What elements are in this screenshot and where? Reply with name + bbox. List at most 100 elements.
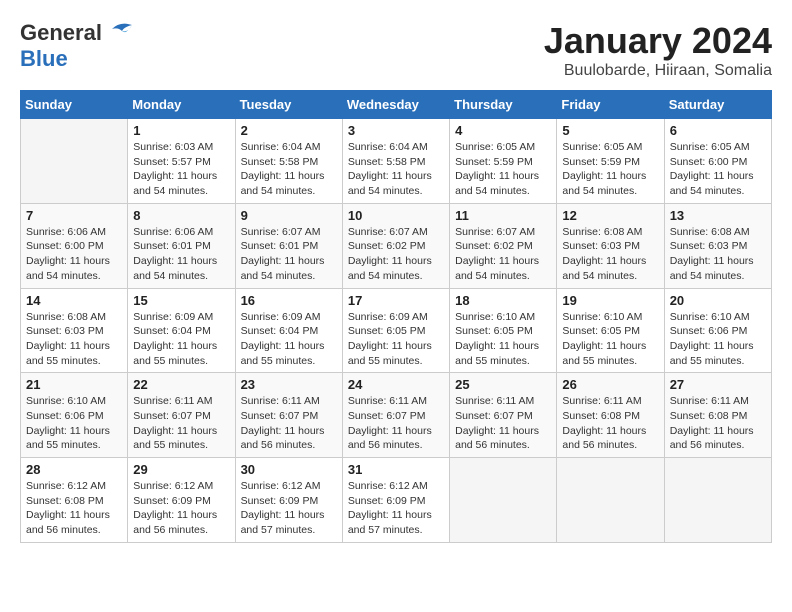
day-number: 12 xyxy=(562,208,658,223)
day-number: 30 xyxy=(241,462,337,477)
weekday-header: Thursday xyxy=(450,91,557,119)
weekday-header: Friday xyxy=(557,91,664,119)
day-info: Sunrise: 6:11 AMSunset: 6:07 PMDaylight:… xyxy=(133,394,229,453)
day-info: Sunrise: 6:04 AMSunset: 5:58 PMDaylight:… xyxy=(348,140,444,199)
day-info: Sunrise: 6:07 AMSunset: 6:02 PMDaylight:… xyxy=(348,225,444,284)
day-number: 24 xyxy=(348,377,444,392)
logo: General Blue xyxy=(20,20,136,72)
calendar-title: January 2024 xyxy=(544,20,772,62)
day-info: Sunrise: 6:11 AMSunset: 6:07 PMDaylight:… xyxy=(348,394,444,453)
day-number: 13 xyxy=(670,208,766,223)
page-header: General Blue January 2024 Buulobarde, Hi… xyxy=(20,20,772,80)
calendar-day-cell: 15Sunrise: 6:09 AMSunset: 6:04 PMDayligh… xyxy=(128,288,235,373)
calendar-day-cell: 12 Sunrise: 6:08 AMSunset: 6:03 PMDayligh… xyxy=(557,203,664,288)
calendar-subtitle: Buulobarde, Hiiraan, Somalia xyxy=(544,62,772,80)
calendar-day-cell: 30 Sunrise: 6:12 AMSunset: 6:09 PMDayligh… xyxy=(235,458,342,543)
calendar-day-cell: 21Sunrise: 6:10 AMSunset: 6:06 PMDayligh… xyxy=(21,373,128,458)
day-info: Sunrise: 6:11 AMSunset: 6:07 PMDaylight:… xyxy=(455,394,551,453)
day-number: 9 xyxy=(241,208,337,223)
day-info: Sunrise: 6:08 AMSunset: 6:03 PMDaylight:… xyxy=(562,225,658,284)
calendar-week-row: 21Sunrise: 6:10 AMSunset: 6:06 PMDayligh… xyxy=(21,373,772,458)
day-info: Sunrise: 6:09 AMSunset: 6:04 PMDaylight:… xyxy=(133,310,229,369)
day-info: Sunrise: 6:06 AMSunset: 6:00 PMDaylight:… xyxy=(26,225,122,284)
day-number: 16 xyxy=(241,293,337,308)
day-number: 19 xyxy=(562,293,658,308)
day-number: 4 xyxy=(455,123,551,138)
calendar-table: SundayMondayTuesdayWednesdayThursdayFrid… xyxy=(20,90,772,543)
day-number: 3 xyxy=(348,123,444,138)
calendar-day-cell: 10 Sunrise: 6:07 AMSunset: 6:02 PMDayligh… xyxy=(342,203,449,288)
day-number: 5 xyxy=(562,123,658,138)
day-number: 8 xyxy=(133,208,229,223)
day-info: Sunrise: 6:10 AMSunset: 6:05 PMDaylight:… xyxy=(455,310,551,369)
calendar-day-cell: 8 Sunrise: 6:06 AMSunset: 6:01 PMDaylight… xyxy=(128,203,235,288)
day-info: Sunrise: 6:12 AMSunset: 6:09 PMDaylight:… xyxy=(241,479,337,538)
empty-cell xyxy=(21,119,128,204)
calendar-day-cell: 25 Sunrise: 6:11 AMSunset: 6:07 PMDayligh… xyxy=(450,373,557,458)
day-number: 28 xyxy=(26,462,122,477)
day-info: Sunrise: 6:10 AMSunset: 6:06 PMDaylight:… xyxy=(670,310,766,369)
day-number: 7 xyxy=(26,208,122,223)
calendar-day-cell: 2Sunrise: 6:04 AMSunset: 5:58 PMDaylight… xyxy=(235,119,342,204)
title-section: January 2024 Buulobarde, Hiiraan, Somali… xyxy=(544,20,772,80)
day-info: Sunrise: 6:11 AMSunset: 6:08 PMDaylight:… xyxy=(562,394,658,453)
day-info: Sunrise: 6:05 AMSunset: 6:00 PMDaylight:… xyxy=(670,140,766,199)
calendar-day-cell: 16Sunrise: 6:09 AMSunset: 6:04 PMDayligh… xyxy=(235,288,342,373)
day-number: 22 xyxy=(133,377,229,392)
day-number: 17 xyxy=(348,293,444,308)
day-number: 27 xyxy=(670,377,766,392)
calendar-day-cell: 1Sunrise: 6:03 AMSunset: 5:57 PMDaylight… xyxy=(128,119,235,204)
calendar-week-row: 14Sunrise: 6:08 AMSunset: 6:03 PMDayligh… xyxy=(21,288,772,373)
day-number: 25 xyxy=(455,377,551,392)
calendar-day-cell: 9 Sunrise: 6:07 AMSunset: 6:01 PMDaylight… xyxy=(235,203,342,288)
day-info: Sunrise: 6:07 AMSunset: 6:01 PMDaylight:… xyxy=(241,225,337,284)
day-info: Sunrise: 6:11 AMSunset: 6:08 PMDaylight:… xyxy=(670,394,766,453)
calendar-day-cell: 5Sunrise: 6:05 AMSunset: 5:59 PMDaylight… xyxy=(557,119,664,204)
day-info: Sunrise: 6:10 AMSunset: 6:05 PMDaylight:… xyxy=(562,310,658,369)
calendar-day-cell: 14Sunrise: 6:08 AMSunset: 6:03 PMDayligh… xyxy=(21,288,128,373)
weekday-header: Tuesday xyxy=(235,91,342,119)
calendar-day-cell: 13 Sunrise: 6:08 AMSunset: 6:03 PMDayligh… xyxy=(664,203,771,288)
day-number: 11 xyxy=(455,208,551,223)
calendar-day-cell: 7 Sunrise: 6:06 AMSunset: 6:00 PMDaylight… xyxy=(21,203,128,288)
empty-cell xyxy=(450,458,557,543)
weekday-header: Monday xyxy=(128,91,235,119)
day-number: 6 xyxy=(670,123,766,138)
day-info: Sunrise: 6:12 AMSunset: 6:08 PMDaylight:… xyxy=(26,479,122,538)
calendar-day-cell: 26Sunrise: 6:11 AMSunset: 6:08 PMDayligh… xyxy=(557,373,664,458)
calendar-day-cell: 18Sunrise: 6:10 AMSunset: 6:05 PMDayligh… xyxy=(450,288,557,373)
day-info: Sunrise: 6:08 AMSunset: 6:03 PMDaylight:… xyxy=(670,225,766,284)
calendar-day-cell: 27 Sunrise: 6:11 AMSunset: 6:08 PMDayligh… xyxy=(664,373,771,458)
day-info: Sunrise: 6:04 AMSunset: 5:58 PMDaylight:… xyxy=(241,140,337,199)
day-info: Sunrise: 6:06 AMSunset: 6:01 PMDaylight:… xyxy=(133,225,229,284)
calendar-day-cell: 31 Sunrise: 6:12 AMSunset: 6:09 PMDayligh… xyxy=(342,458,449,543)
day-number: 1 xyxy=(133,123,229,138)
day-number: 31 xyxy=(348,462,444,477)
day-info: Sunrise: 6:08 AMSunset: 6:03 PMDaylight:… xyxy=(26,310,122,369)
calendar-day-cell: 4 Sunrise: 6:05 AMSunset: 5:59 PMDaylight… xyxy=(450,119,557,204)
weekday-header-row: SundayMondayTuesdayWednesdayThursdayFrid… xyxy=(21,91,772,119)
weekday-header: Sunday xyxy=(21,91,128,119)
logo-general-text: General xyxy=(20,20,102,46)
calendar-day-cell: 28 Sunrise: 6:12 AMSunset: 6:08 PMDayligh… xyxy=(21,458,128,543)
day-info: Sunrise: 6:07 AMSunset: 6:02 PMDaylight:… xyxy=(455,225,551,284)
calendar-day-cell: 22 Sunrise: 6:11 AMSunset: 6:07 PMDayligh… xyxy=(128,373,235,458)
day-number: 10 xyxy=(348,208,444,223)
day-info: Sunrise: 6:11 AMSunset: 6:07 PMDaylight:… xyxy=(241,394,337,453)
day-info: Sunrise: 6:12 AMSunset: 6:09 PMDaylight:… xyxy=(133,479,229,538)
empty-cell xyxy=(557,458,664,543)
day-number: 29 xyxy=(133,462,229,477)
calendar-day-cell: 29 Sunrise: 6:12 AMSunset: 6:09 PMDayligh… xyxy=(128,458,235,543)
calendar-day-cell: 6 Sunrise: 6:05 AMSunset: 6:00 PMDaylight… xyxy=(664,119,771,204)
day-info: Sunrise: 6:10 AMSunset: 6:06 PMDaylight:… xyxy=(26,394,122,453)
weekday-header: Saturday xyxy=(664,91,771,119)
calendar-day-cell: 17 Sunrise: 6:09 AMSunset: 6:05 PMDayligh… xyxy=(342,288,449,373)
calendar-day-cell: 23Sunrise: 6:11 AMSunset: 6:07 PMDayligh… xyxy=(235,373,342,458)
day-info: Sunrise: 6:09 AMSunset: 6:05 PMDaylight:… xyxy=(348,310,444,369)
logo-bird-icon xyxy=(104,21,136,43)
calendar-day-cell: 20 Sunrise: 6:10 AMSunset: 6:06 PMDayligh… xyxy=(664,288,771,373)
calendar-week-row: 28 Sunrise: 6:12 AMSunset: 6:08 PMDayligh… xyxy=(21,458,772,543)
day-info: Sunrise: 6:12 AMSunset: 6:09 PMDaylight:… xyxy=(348,479,444,538)
day-number: 20 xyxy=(670,293,766,308)
day-info: Sunrise: 6:05 AMSunset: 5:59 PMDaylight:… xyxy=(455,140,551,199)
